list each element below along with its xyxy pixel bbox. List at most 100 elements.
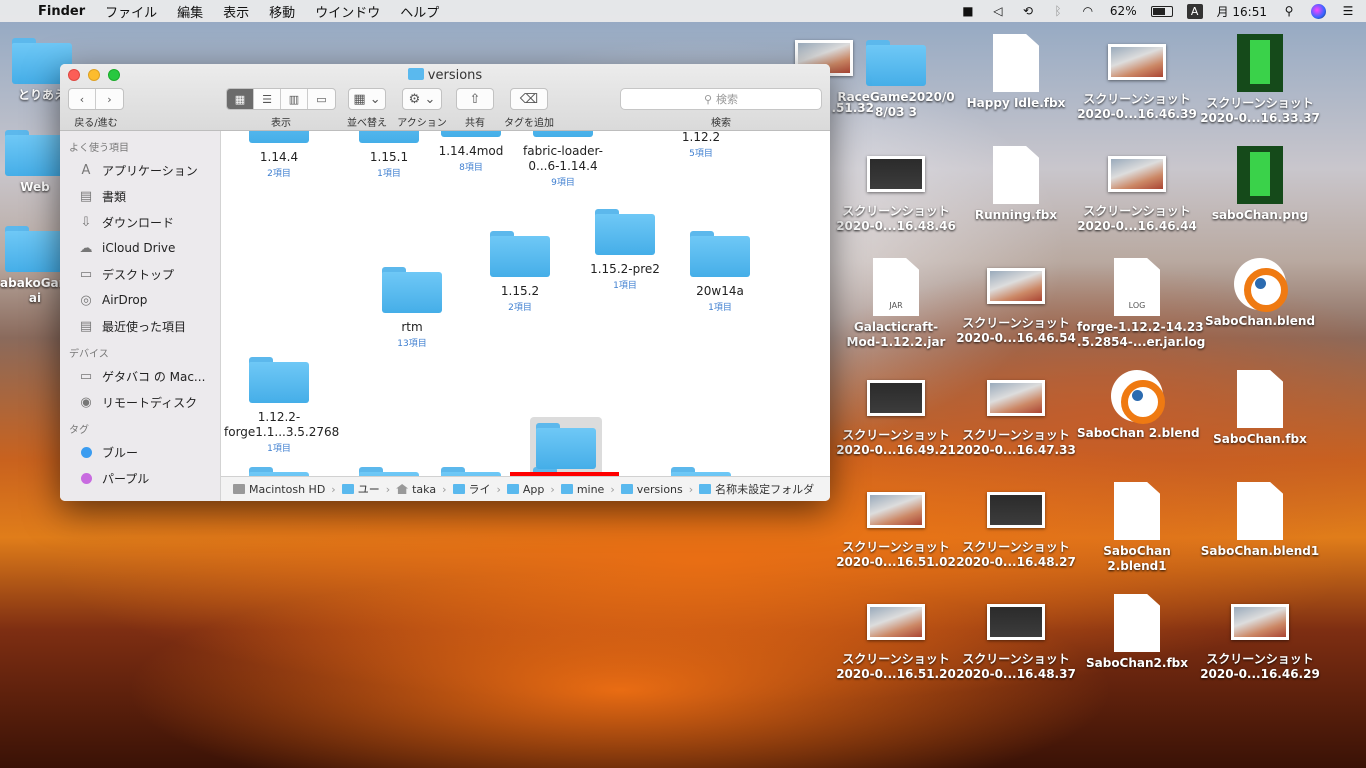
path-segment[interactable]: ユー [341, 481, 380, 497]
icon-view-button[interactable]: ▦ [227, 89, 254, 109]
path-segment-label: Macintosh HD [249, 482, 326, 496]
bluetooth-icon[interactable]: ᛒ [1050, 4, 1066, 18]
desktop-item[interactable]: SaboChan.blend [1200, 258, 1320, 329]
path-segment[interactable]: mine [560, 483, 604, 496]
desktop-item[interactable]: SaboChan.blend1 [1200, 482, 1320, 559]
sidebar-item[interactable]: ◎ AirDrop [60, 287, 220, 313]
folder-item[interactable]: rtm 13項目 [357, 267, 467, 349]
add-tags-button[interactable]: ⌫ [510, 88, 548, 110]
battery-icon[interactable] [1150, 5, 1173, 17]
share-button[interactable]: ⇧ [456, 88, 494, 110]
desktop-item[interactable]: SaboChan2.fbx [1077, 594, 1197, 671]
desktop-item[interactable]: スクリーンショット 2020-0...16.48.37 [956, 594, 1076, 682]
desktop-item-label-line1: SaboChan.blend1 [1200, 544, 1320, 558]
desktop-item[interactable]: スクリーンショット 2020-0...16.33.37 [1200, 34, 1320, 126]
sidebar-item[interactable]: A アプリケーション [60, 157, 220, 183]
desktop-item[interactable]: saboChan.png [1200, 146, 1320, 223]
wifi-icon[interactable]: ◠ [1080, 4, 1096, 18]
path-segment-label: taka [412, 482, 437, 496]
list-view-button[interactable]: ☰ [254, 89, 281, 109]
folder-item[interactable]: 1.12.2 5項目 [646, 131, 756, 159]
path-segment[interactable]: versions [620, 483, 683, 496]
folder-item[interactable]: 1.15.2-pre2 1項目 [570, 209, 680, 291]
folder-item[interactable]: 1.12.2-forge1.1...3.5.2768 1項目 [224, 357, 339, 454]
menu-file[interactable]: ファイル [105, 2, 157, 21]
spotlight-search-icon[interactable]: ⚲ [1281, 4, 1297, 18]
folder-item[interactable]: 20w14a 1項目 [665, 231, 775, 313]
screenshot-thumbnail-icon [867, 156, 925, 192]
menu-app-finder[interactable]: Finder [38, 4, 85, 19]
input-source-indicator[interactable]: A [1186, 3, 1203, 19]
desktop-item[interactable]: スクリーンショット 2020-0...16.49.21 [836, 370, 956, 458]
forward-button[interactable]: › [96, 89, 123, 109]
desktop-item[interactable]: スクリーンショット 2020-0...16.48.46 [836, 146, 956, 234]
sidebar-item-label: アプリケーション [102, 163, 198, 178]
desktop-item[interactable]: スクリーンショット 2020-0...16.48.27 [956, 482, 1076, 570]
desktop-item-label-line1: Happy Idle.fbx [966, 96, 1066, 110]
search-input[interactable]: ⚲ 検索 [620, 88, 822, 110]
path-segment[interactable]: taka [396, 483, 436, 496]
desktop-item[interactable]: スクリーンショット 2020-0...16.46.44 [1077, 146, 1197, 234]
desktop-item[interactable]: スクリーンショット 2020-0...16.46.54 [956, 258, 1076, 346]
menu-clock[interactable]: 月 16:51 [1217, 3, 1267, 20]
arrange-button[interactable]: ▦ ⌄ [348, 88, 386, 110]
path-separator-icon: › [688, 482, 694, 496]
notification-center-icon[interactable]: ☰ [1340, 4, 1356, 18]
desktop-item[interactable]: RaceGame2020/0 8/03 3 [836, 34, 956, 120]
sidebar-item[interactable]: ▤ 書類 [60, 183, 220, 209]
folder-item[interactable]: fabric-loader-0...6-1.14.4 9項目 [508, 131, 618, 188]
sidebar-device-item[interactable]: ▭ ゲタバコ の Mac... [60, 363, 220, 389]
desktop-item-label-line1: スクリーンショット [962, 652, 1070, 666]
sidebar-item[interactable]: ⇩ ダウンロード [60, 209, 220, 235]
folder-item-count: 1項目 [708, 303, 732, 313]
desktop-item-label-line2: 2020-0...16.46.39 [1077, 107, 1197, 121]
sidebar-item[interactable]: ▤ 最近使った項目 [60, 313, 220, 339]
back-button[interactable]: ‹ [69, 89, 96, 109]
time-machine-icon[interactable]: ⟲ [1020, 4, 1036, 18]
column-view-button[interactable]: ▥ [281, 89, 308, 109]
window-title: versions [60, 68, 830, 83]
desktop-item[interactable]: SaboChan 2.blend1 [1077, 482, 1197, 574]
sidebar-device-item[interactable]: ◉ リモートディスク [60, 389, 220, 415]
desktop-item[interactable]: スクリーンショット 2020-0...16.51.02 [836, 482, 956, 570]
video-camera-icon[interactable]: ■ [960, 4, 976, 18]
gallery-view-button[interactable]: ▭ [308, 89, 335, 109]
folder-item[interactable]: 1.15.2 2項目 [465, 231, 575, 313]
sidebar-tag-item[interactable]: ブルー [60, 439, 220, 465]
folder-item-renaming[interactable] [511, 423, 621, 469]
action-button[interactable]: ⚙ ⌄ [402, 88, 442, 110]
desktop-item[interactable]: SaboChan 2.blend [1077, 370, 1200, 441]
path-segment[interactable]: App [506, 483, 544, 496]
battery-percent[interactable]: 62% [1110, 4, 1137, 18]
menu-edit[interactable]: 編集 [177, 2, 203, 21]
path-segment[interactable]: 名称未設定フォルダ [699, 481, 814, 497]
desktop-item-label-line2: 2020-0...16.51.20 [836, 667, 956, 681]
path-separator-icon: › [496, 482, 501, 496]
siri-icon[interactable] [1311, 3, 1326, 19]
desktop-item[interactable]: SaboChan.fbx [1200, 370, 1320, 447]
location-arrow-icon[interactable]: ◁ [990, 4, 1006, 18]
screenshot-thumbnail-icon [867, 604, 925, 640]
desktop-item-label-line1: スクリーンショット [962, 428, 1070, 442]
desktop-item[interactable]: スクリーンショット 2020-0...16.51.20 [836, 594, 956, 682]
folder-name: 1.14.4 [259, 150, 299, 164]
desktop-item[interactable]: LOG forge-1.12.2-14.23.5.2854-...er.jar.l… [1077, 258, 1205, 350]
desktop-item[interactable]: スクリーンショット 2020-0...16.46.39 [1077, 34, 1197, 122]
desktop-item[interactable]: Happy Idle.fbx [956, 34, 1076, 111]
desktop-item[interactable]: スクリーンショット 2020-0...16.47.33 [956, 370, 1076, 458]
desktop-item[interactable]: JAR Galacticraft- Mod-1.12.2.jar [836, 258, 956, 350]
sidebar-item[interactable]: ☁ iCloud Drive [60, 235, 220, 261]
path-segment[interactable]: ライ [452, 481, 491, 497]
menu-help[interactable]: ヘルプ [400, 2, 439, 21]
menu-go[interactable]: 移動 [269, 2, 295, 21]
sidebar-item[interactable]: ▭ デスクトップ [60, 261, 220, 287]
path-segment[interactable]: Macintosh HD [233, 483, 325, 496]
desktop-item-label-line1: スクリーンショット [842, 428, 950, 442]
sidebar-tag-item[interactable]: パープル [60, 465, 220, 491]
desktop-item[interactable]: スクリーンショット 2020-0...16.46.29 [1200, 594, 1320, 682]
folder-item[interactable]: 1.14.4 2項目 [224, 131, 334, 179]
menu-window[interactable]: ウインドウ [315, 2, 380, 21]
menu-view[interactable]: 表示 [223, 2, 249, 21]
folder-icon [690, 231, 750, 277]
desktop-item[interactable]: Running.fbx [956, 146, 1076, 223]
